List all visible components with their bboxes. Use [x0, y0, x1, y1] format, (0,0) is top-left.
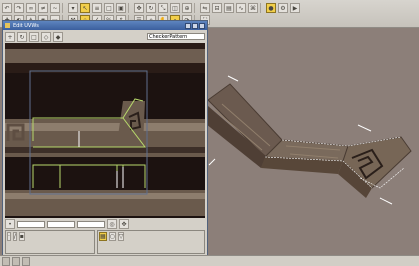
- select-name-icon[interactable]: ≡: [92, 2, 102, 13]
- carved-beam-mesh: [206, 83, 412, 198]
- ref-coord-icon[interactable]: ◫: [170, 2, 180, 13]
- options-panel: ▦ ○ ▽: [97, 230, 205, 254]
- material-editor-icon[interactable]: ●: [266, 2, 276, 13]
- toolbar-separator: [194, 2, 198, 13]
- select-filter-icon[interactable]: ▾: [68, 2, 78, 13]
- toolbar-row-1: ↶ ↷ ∞ ≠ ~ ▾ ↖ ≡ □ ▣ ✥ ↻ ⤡ ◫ ⊕ ⇋ ⊟ ▤ ∿ ⌘ ● ⚙ ▶: [2, 2, 300, 13]
- uv-canvas[interactable]: [5, 43, 205, 218]
- move-tool-icon[interactable]: +: [5, 31, 15, 42]
- selection-modes-panel: · / ▪: [5, 230, 95, 254]
- close-icon[interactable]: [199, 22, 205, 29]
- editor-titlebar[interactable]: Edit UVWs: [3, 21, 207, 30]
- pan-icon[interactable]: ✥: [119, 219, 129, 229]
- pivot-icon[interactable]: ⊕: [182, 2, 192, 13]
- status-tab-3[interactable]: [22, 256, 30, 266]
- editor-bottom-panel: • ◎ ✥ · / ▪ ▦ ○ ▽: [5, 219, 205, 254]
- w-field[interactable]: [77, 220, 105, 228]
- status-bar: [0, 255, 419, 266]
- status-tab-2[interactable]: [12, 256, 20, 266]
- editor-status-row: • ◎ ✥: [5, 219, 205, 229]
- app-icon: [5, 23, 10, 28]
- select-icon[interactable]: ↖: [80, 2, 90, 13]
- zoom-icon[interactable]: ◎: [107, 219, 117, 229]
- move-icon[interactable]: ✥: [134, 2, 144, 13]
- soft-select-icon[interactable]: ○: [108, 232, 116, 241]
- uv-texture-view: [5, 43, 205, 218]
- unlink-icon[interactable]: ≠: [38, 2, 48, 13]
- rect-region-icon[interactable]: □: [104, 2, 114, 13]
- render-setup-icon[interactable]: ⚙: [278, 2, 288, 13]
- editor-title: Edit UVWs: [13, 22, 39, 29]
- v-field[interactable]: [47, 220, 75, 228]
- scale-tool-icon[interactable]: □: [29, 31, 39, 42]
- layer-icon[interactable]: ▤: [224, 2, 234, 13]
- link-icon[interactable]: ∞: [26, 2, 36, 13]
- render-icon[interactable]: ▶: [290, 2, 300, 13]
- redo-icon[interactable]: ↷: [14, 2, 24, 13]
- active-option-icon[interactable]: ▦: [99, 232, 107, 241]
- toolbar-separator: [128, 2, 132, 13]
- edge-mode-icon[interactable]: /: [12, 232, 17, 241]
- face-mode-icon[interactable]: ▪: [18, 232, 25, 241]
- filter-icon[interactable]: ▽: [117, 232, 125, 241]
- mirror-tool-icon[interactable]: ◆: [53, 31, 63, 42]
- window-crossing-icon[interactable]: ▣: [116, 2, 126, 13]
- mirror-icon[interactable]: ⇋: [200, 2, 210, 13]
- undo-icon[interactable]: ↶: [2, 2, 12, 13]
- vertex-mode-icon[interactable]: ·: [7, 232, 11, 241]
- u-field[interactable]: [17, 220, 45, 228]
- freeform-icon[interactable]: ◇: [41, 31, 51, 42]
- rotate-tool-icon[interactable]: ↻: [17, 31, 27, 42]
- window-controls: [185, 22, 205, 29]
- maximize-icon[interactable]: [192, 22, 198, 29]
- scale-icon[interactable]: ⤡: [158, 2, 168, 13]
- uv-editor-window[interactable]: Edit UVWs + ↻ □ ◇ ◆ CheckerPattern • ◎ ✥…: [2, 20, 208, 256]
- toolbar-separator: [260, 2, 264, 13]
- bind-icon[interactable]: ~: [50, 2, 60, 13]
- editor-toolbar: + ↻ □ ◇ ◆ CheckerPattern: [5, 31, 205, 42]
- align-icon[interactable]: ⊟: [212, 2, 222, 13]
- status-tab-1[interactable]: [2, 256, 10, 266]
- lock-selection-icon[interactable]: •: [5, 219, 15, 229]
- schematic-icon[interactable]: ⌘: [248, 2, 258, 13]
- minimize-icon[interactable]: [185, 22, 191, 29]
- rotate-icon[interactable]: ↻: [146, 2, 156, 13]
- toolbar-separator: [62, 2, 66, 13]
- curve-editor-icon[interactable]: ∿: [236, 2, 246, 13]
- texture-dropdown[interactable]: CheckerPattern: [147, 33, 205, 40]
